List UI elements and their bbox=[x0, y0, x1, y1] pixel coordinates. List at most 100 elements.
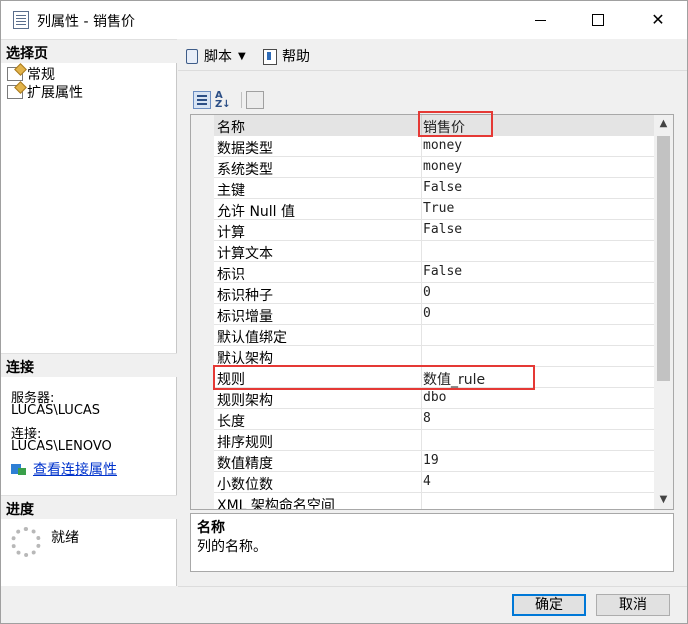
page-settings-icon bbox=[7, 85, 23, 99]
property-row[interactable]: 小数位数 4 bbox=[191, 472, 654, 493]
property-name: 长度 bbox=[217, 414, 245, 430]
row-gutter bbox=[191, 409, 214, 430]
property-row[interactable]: 默认架构 bbox=[191, 346, 654, 367]
progress-header: 进度 bbox=[1, 495, 177, 519]
row-gutter bbox=[191, 157, 214, 178]
property-row[interactable]: 默认值绑定 bbox=[191, 325, 654, 346]
property-row[interactable]: 计算文本 bbox=[191, 241, 654, 262]
connection-properties-icon bbox=[11, 462, 27, 476]
column-divider bbox=[421, 325, 422, 346]
row-gutter bbox=[191, 283, 214, 304]
properties-window-icon bbox=[13, 11, 29, 29]
help-button[interactable]: 帮助 bbox=[262, 46, 310, 66]
column-divider bbox=[421, 346, 422, 367]
maximize-button[interactable] bbox=[575, 1, 621, 39]
minimize-icon bbox=[535, 20, 546, 21]
highlight-box-name-value bbox=[418, 111, 493, 137]
cancel-button[interactable]: 取消 bbox=[596, 594, 670, 616]
property-row[interactable]: 标识种子 0 bbox=[191, 283, 654, 304]
ok-button[interactable]: 确定 bbox=[512, 594, 586, 616]
property-row[interactable]: 标识 False bbox=[191, 262, 654, 283]
property-value[interactable]: False bbox=[423, 180, 462, 195]
row-gutter bbox=[191, 472, 214, 493]
minimize-button[interactable] bbox=[518, 1, 564, 39]
property-row[interactable]: 排序规则 bbox=[191, 430, 654, 451]
property-name: 标识 bbox=[217, 267, 245, 283]
row-gutter bbox=[191, 325, 214, 346]
property-value[interactable]: 8 bbox=[423, 411, 431, 426]
chevron-down-icon[interactable]: ▼ bbox=[238, 51, 246, 62]
column-divider bbox=[421, 493, 422, 509]
column-divider bbox=[421, 283, 422, 304]
toolbar: 脚本 ▼ 帮助 bbox=[178, 39, 687, 71]
property-name: 小数位数 bbox=[217, 477, 273, 493]
column-divider bbox=[421, 262, 422, 283]
property-row[interactable]: 允许 Null 值 True bbox=[191, 199, 654, 220]
close-button[interactable]: ✕ bbox=[635, 1, 681, 39]
select-page-header: 选择页 bbox=[1, 39, 177, 63]
property-row[interactable]: XML 架构命名空间 bbox=[191, 493, 654, 510]
property-row[interactable]: 数值精度 19 bbox=[191, 451, 654, 472]
property-value[interactable]: True bbox=[423, 201, 454, 216]
view-connection-properties-link[interactable]: 查看连接属性 bbox=[11, 459, 117, 479]
property-name: 规则架构 bbox=[217, 393, 273, 409]
column-divider bbox=[421, 451, 422, 472]
property-row[interactable]: 规则架构 dbo bbox=[191, 388, 654, 409]
page-item-general[interactable]: 常规 bbox=[7, 65, 55, 83]
property-value[interactable]: 4 bbox=[423, 474, 431, 489]
connection-header: 连接 bbox=[1, 353, 177, 377]
connection-value: LUCAS\LENOVO bbox=[11, 439, 112, 454]
script-button[interactable]: 脚本 ▼ bbox=[184, 46, 246, 66]
page-item-extended-properties[interactable]: 扩展属性 bbox=[7, 83, 83, 101]
description-panel: 名称 列的名称。 bbox=[190, 513, 674, 572]
property-row[interactable]: 长度 8 bbox=[191, 409, 654, 430]
property-value[interactable]: dbo bbox=[423, 390, 446, 405]
property-row[interactable]: 计算 False bbox=[191, 220, 654, 241]
property-name: XML 架构命名空间 bbox=[217, 498, 335, 510]
property-value[interactable]: 0 bbox=[423, 306, 431, 321]
description-title: 名称 bbox=[197, 520, 225, 536]
property-value[interactable]: False bbox=[423, 222, 462, 237]
toolbar-separator bbox=[241, 92, 242, 108]
categorized-view-icon[interactable] bbox=[193, 91, 211, 109]
property-value[interactable]: money bbox=[423, 159, 462, 174]
title-bar: 列属性 - 销售价 ✕ bbox=[1, 1, 687, 39]
property-name: 计算 bbox=[217, 225, 245, 241]
property-name: 主键 bbox=[217, 183, 245, 199]
property-value[interactable]: 19 bbox=[423, 453, 439, 468]
alphabetical-sort-icon[interactable]: A Z↓ bbox=[215, 91, 233, 110]
scroll-down-icon[interactable]: ▼ bbox=[654, 491, 673, 509]
property-name: 计算文本 bbox=[217, 246, 273, 262]
property-value[interactable]: 0 bbox=[423, 285, 431, 300]
property-value[interactable]: False bbox=[423, 264, 462, 279]
column-divider bbox=[421, 241, 422, 262]
vertical-scrollbar[interactable]: ▲ ▼ bbox=[654, 115, 673, 509]
property-name: 系统类型 bbox=[217, 162, 273, 178]
highlight-box-rule-row bbox=[213, 365, 535, 390]
property-name: 允许 Null 值 bbox=[217, 204, 296, 220]
page-settings-icon bbox=[7, 67, 23, 81]
scroll-up-icon[interactable]: ▲ bbox=[654, 115, 673, 133]
property-value[interactable]: money bbox=[423, 138, 462, 153]
page-item-label: 常规 bbox=[27, 67, 55, 83]
progress-spinner-icon bbox=[11, 527, 41, 557]
column-divider bbox=[421, 388, 422, 409]
close-icon: ✕ bbox=[651, 10, 665, 29]
maximize-icon bbox=[592, 14, 604, 26]
view-connection-properties-label: 查看连接属性 bbox=[33, 462, 117, 478]
description-text: 列的名称。 bbox=[197, 539, 267, 555]
property-row[interactable]: 数据类型 money bbox=[191, 136, 654, 157]
row-gutter bbox=[191, 262, 214, 283]
column-divider bbox=[421, 157, 422, 178]
column-divider bbox=[421, 136, 422, 157]
property-row[interactable]: 主键 False bbox=[191, 178, 654, 199]
progress-status: 就绪 bbox=[51, 530, 79, 546]
scrollbar-thumb[interactable] bbox=[657, 136, 670, 381]
help-label: 帮助 bbox=[282, 49, 310, 65]
property-name: 数据类型 bbox=[217, 141, 273, 157]
property-row[interactable]: 标识增量 0 bbox=[191, 304, 654, 325]
property-row[interactable]: 系统类型 money bbox=[191, 157, 654, 178]
property-pages-icon[interactable] bbox=[246, 91, 264, 109]
row-gutter bbox=[191, 220, 214, 241]
row-gutter bbox=[191, 136, 214, 157]
